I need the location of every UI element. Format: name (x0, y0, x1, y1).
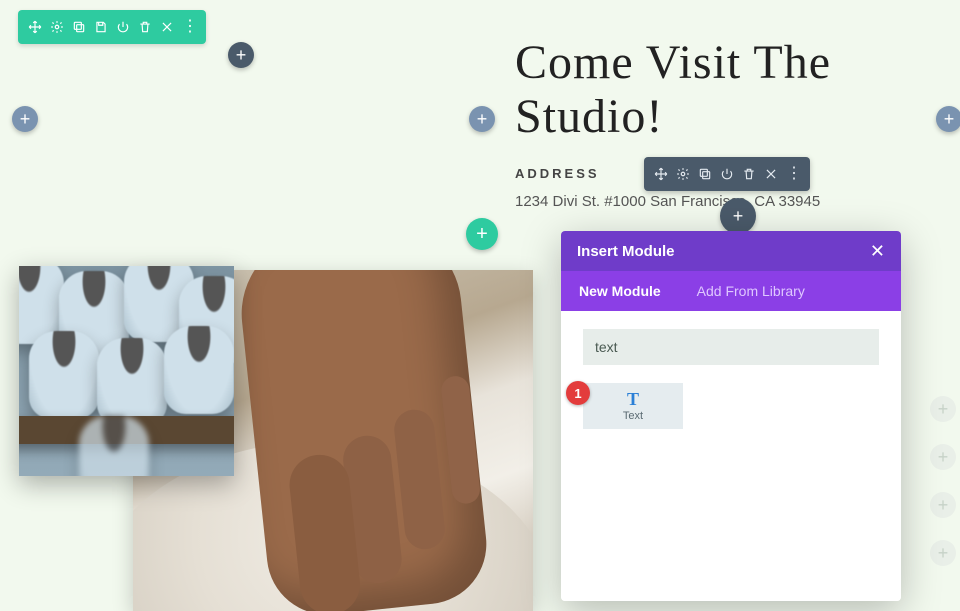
plus-icon: + (20, 109, 31, 130)
gear-icon[interactable] (46, 16, 68, 38)
ghost-add-4[interactable]: + (930, 540, 956, 566)
modal-body: T Text 1 (561, 311, 901, 601)
insert-module-modal: Insert Module ✕ New Module Add From Libr… (561, 231, 901, 601)
close-icon[interactable] (156, 16, 178, 38)
trash-icon[interactable] (738, 163, 760, 185)
duplicate-icon[interactable] (694, 163, 716, 185)
plus-icon: + (236, 45, 247, 66)
ghost-add-1[interactable]: + (930, 396, 956, 422)
move-icon[interactable] (24, 16, 46, 38)
plus-icon: + (477, 109, 488, 130)
module-item-label: Text (623, 410, 643, 422)
page-title: Come Visit The Studio! (515, 36, 960, 144)
module-item-text[interactable]: T Text (583, 383, 683, 429)
plus-icon: + (733, 206, 744, 227)
tab-add-from-library[interactable]: Add From Library (679, 271, 823, 311)
plus-icon: + (476, 223, 488, 246)
module-search-input[interactable] (583, 329, 879, 365)
add-column-left-button[interactable]: + (12, 106, 38, 132)
plus-icon: + (938, 447, 949, 468)
plus-icon: + (938, 495, 949, 516)
add-column-mid-button[interactable]: + (469, 106, 495, 132)
trash-icon[interactable] (134, 16, 156, 38)
gear-icon[interactable] (672, 163, 694, 185)
address-line: 1234 Divi St. #1000 San Francisco, CA 33… (515, 193, 820, 210)
plus-icon: + (938, 399, 949, 420)
ceramic-cups-image (19, 266, 234, 476)
text-icon: T (627, 390, 639, 408)
tab-new-module[interactable]: New Module (561, 271, 679, 311)
module-toolbar[interactable]: ⋮ (644, 157, 810, 191)
close-icon[interactable] (760, 163, 782, 185)
plus-icon: + (938, 543, 949, 564)
add-row-button[interactable]: + (228, 42, 254, 68)
step-marker-1: 1 (566, 381, 590, 405)
modal-tabs: New Module Add From Library (561, 271, 901, 311)
section-toolbar[interactable]: ⋮ (18, 10, 206, 44)
save-icon[interactable] (90, 16, 112, 38)
ghost-add-3[interactable]: + (930, 492, 956, 518)
add-module-button[interactable]: + (720, 198, 756, 234)
power-icon[interactable] (716, 163, 738, 185)
modal-header[interactable]: Insert Module ✕ (561, 231, 901, 271)
ghost-add-2[interactable]: + (930, 444, 956, 470)
more-icon[interactable]: ⋮ (782, 163, 804, 185)
move-icon[interactable] (650, 163, 672, 185)
add-section-button[interactable]: + (466, 218, 498, 250)
address-label: ADDRESS (515, 166, 600, 181)
duplicate-icon[interactable] (68, 16, 90, 38)
modal-title: Insert Module (577, 243, 675, 260)
more-icon[interactable]: ⋮ (178, 16, 200, 38)
power-icon[interactable] (112, 16, 134, 38)
modal-close-button[interactable]: ✕ (870, 241, 885, 262)
